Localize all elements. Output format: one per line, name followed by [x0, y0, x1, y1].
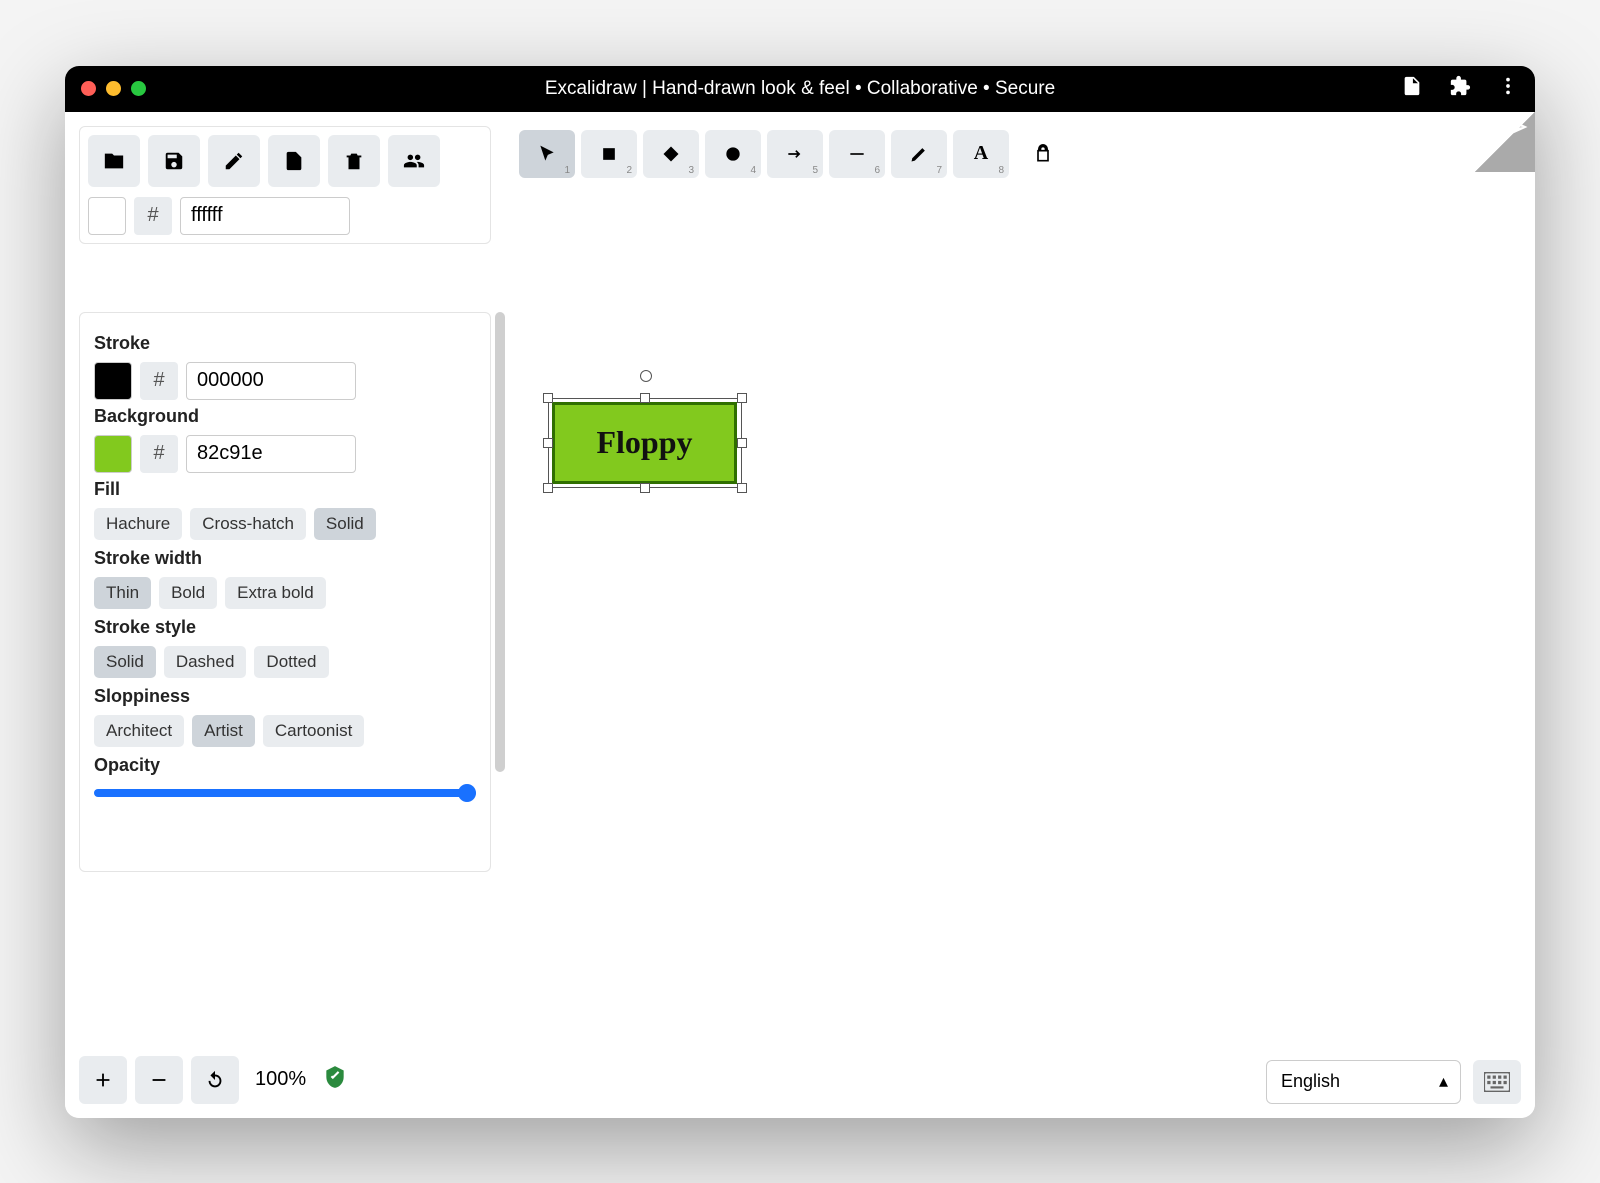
stroke-style-options: Solid Dashed Dotted	[94, 646, 476, 678]
tool-diamond[interactable]: 3	[643, 130, 699, 178]
stroke-hex-input[interactable]	[186, 362, 356, 400]
resize-handle-sw[interactable]	[543, 483, 553, 493]
export-button[interactable]	[268, 135, 320, 187]
document-icon[interactable]	[1401, 75, 1423, 102]
stroke-style-solid[interactable]: Solid	[94, 646, 156, 678]
stroke-swatch[interactable]	[94, 362, 132, 400]
more-menu-icon[interactable]	[1497, 75, 1519, 102]
fill-hachure[interactable]: Hachure	[94, 508, 182, 540]
hash-label: #	[134, 197, 172, 235]
stroke-width-options: Thin Bold Extra bold	[94, 577, 476, 609]
tool-line[interactable]: 6	[829, 130, 885, 178]
stroke-width-label: Stroke width	[94, 548, 476, 569]
tool-arrow[interactable]: 5	[767, 130, 823, 178]
extension-icon[interactable]	[1449, 75, 1471, 102]
canvas-background-input[interactable]	[180, 197, 350, 235]
file-toolbar: #	[79, 126, 491, 244]
bottom-right-controls: English ▴	[1266, 1060, 1521, 1104]
props-scrollbar[interactable]	[495, 312, 505, 772]
maximize-window-button[interactable]	[131, 81, 146, 96]
open-button[interactable]	[88, 135, 140, 187]
resize-handle-n[interactable]	[640, 393, 650, 403]
stroke-width-bold[interactable]: Bold	[159, 577, 217, 609]
save-button[interactable]	[148, 135, 200, 187]
opacity-label: Opacity	[94, 755, 476, 776]
stroke-width-thin[interactable]: Thin	[94, 577, 151, 609]
resize-handle-se[interactable]	[737, 483, 747, 493]
fill-crosshatch[interactable]: Cross-hatch	[190, 508, 306, 540]
lock-button[interactable]	[1015, 130, 1071, 178]
chevron-up-icon: ▴	[1439, 1071, 1448, 1092]
window-controls	[81, 81, 146, 96]
zoom-level: 100%	[247, 1068, 314, 1091]
language-value: English	[1281, 1071, 1340, 1092]
background-swatch[interactable]	[94, 435, 132, 473]
stroke-style-label: Stroke style	[94, 617, 476, 638]
stroke-label: Stroke	[94, 333, 476, 354]
sloppiness-architect[interactable]: Architect	[94, 715, 184, 747]
stroke-style-dotted[interactable]: Dotted	[254, 646, 328, 678]
tool-ellipse[interactable]: 4	[705, 130, 761, 178]
titlebar-right	[1401, 75, 1519, 102]
selection-box[interactable]	[548, 398, 742, 488]
resize-handle-nw[interactable]	[543, 393, 553, 403]
resize-handle-w[interactable]	[543, 438, 553, 448]
background-hex-input[interactable]	[186, 435, 356, 473]
rotate-handle[interactable]	[640, 370, 652, 382]
opacity-slider[interactable]	[94, 789, 476, 797]
sloppiness-options: Architect Artist Cartoonist	[94, 715, 476, 747]
keyboard-shortcuts-button[interactable]	[1473, 1060, 1521, 1104]
zoom-reset-button[interactable]	[191, 1056, 239, 1104]
minimize-window-button[interactable]	[106, 81, 121, 96]
language-select[interactable]: English ▴	[1266, 1060, 1461, 1104]
fill-options: Hachure Cross-hatch Solid	[94, 508, 476, 540]
app-window: Excalidraw | Hand-drawn look & feel • Co…	[65, 66, 1535, 1118]
sloppiness-label: Sloppiness	[94, 686, 476, 707]
tool-rectangle[interactable]: 2	[581, 130, 637, 178]
clear-canvas-button[interactable]	[328, 135, 380, 187]
resize-handle-s[interactable]	[640, 483, 650, 493]
background-label: Background	[94, 406, 476, 427]
fill-solid[interactable]: Solid	[314, 508, 376, 540]
tool-draw[interactable]: 7	[891, 130, 947, 178]
window-title: Excalidraw | Hand-drawn look & feel • Co…	[65, 78, 1535, 100]
collaborate-button[interactable]	[388, 135, 440, 187]
close-window-button[interactable]	[81, 81, 96, 96]
zoom-out-button[interactable]	[135, 1056, 183, 1104]
resize-handle-e[interactable]	[737, 438, 747, 448]
hash-label: #	[140, 435, 178, 473]
tool-text[interactable]: A8	[953, 130, 1009, 178]
resize-handle-ne[interactable]	[737, 393, 747, 403]
properties-panel: Stroke # Background # Fill Hachure Cross…	[79, 312, 491, 872]
sloppiness-artist[interactable]: Artist	[192, 715, 255, 747]
fill-label: Fill	[94, 479, 476, 500]
stroke-width-extrabold[interactable]: Extra bold	[225, 577, 326, 609]
tool-selection[interactable]: 1	[519, 130, 575, 178]
encrypted-icon	[322, 1064, 348, 1095]
hash-label: #	[140, 362, 178, 400]
titlebar: Excalidraw | Hand-drawn look & feel • Co…	[65, 66, 1535, 112]
save-as-button[interactable]	[208, 135, 260, 187]
github-corner[interactable]	[1475, 112, 1535, 172]
app-content: Floppy #	[65, 112, 1535, 1118]
zoom-in-button[interactable]	[79, 1056, 127, 1104]
sloppiness-cartoonist[interactable]: Cartoonist	[263, 715, 364, 747]
shape-toolbar: 1 2 3 4 5 6 7 A8	[515, 126, 1075, 182]
stroke-style-dashed[interactable]: Dashed	[164, 646, 247, 678]
canvas-background-swatch[interactable]	[88, 197, 126, 235]
zoom-bar: 100%	[79, 1056, 348, 1104]
